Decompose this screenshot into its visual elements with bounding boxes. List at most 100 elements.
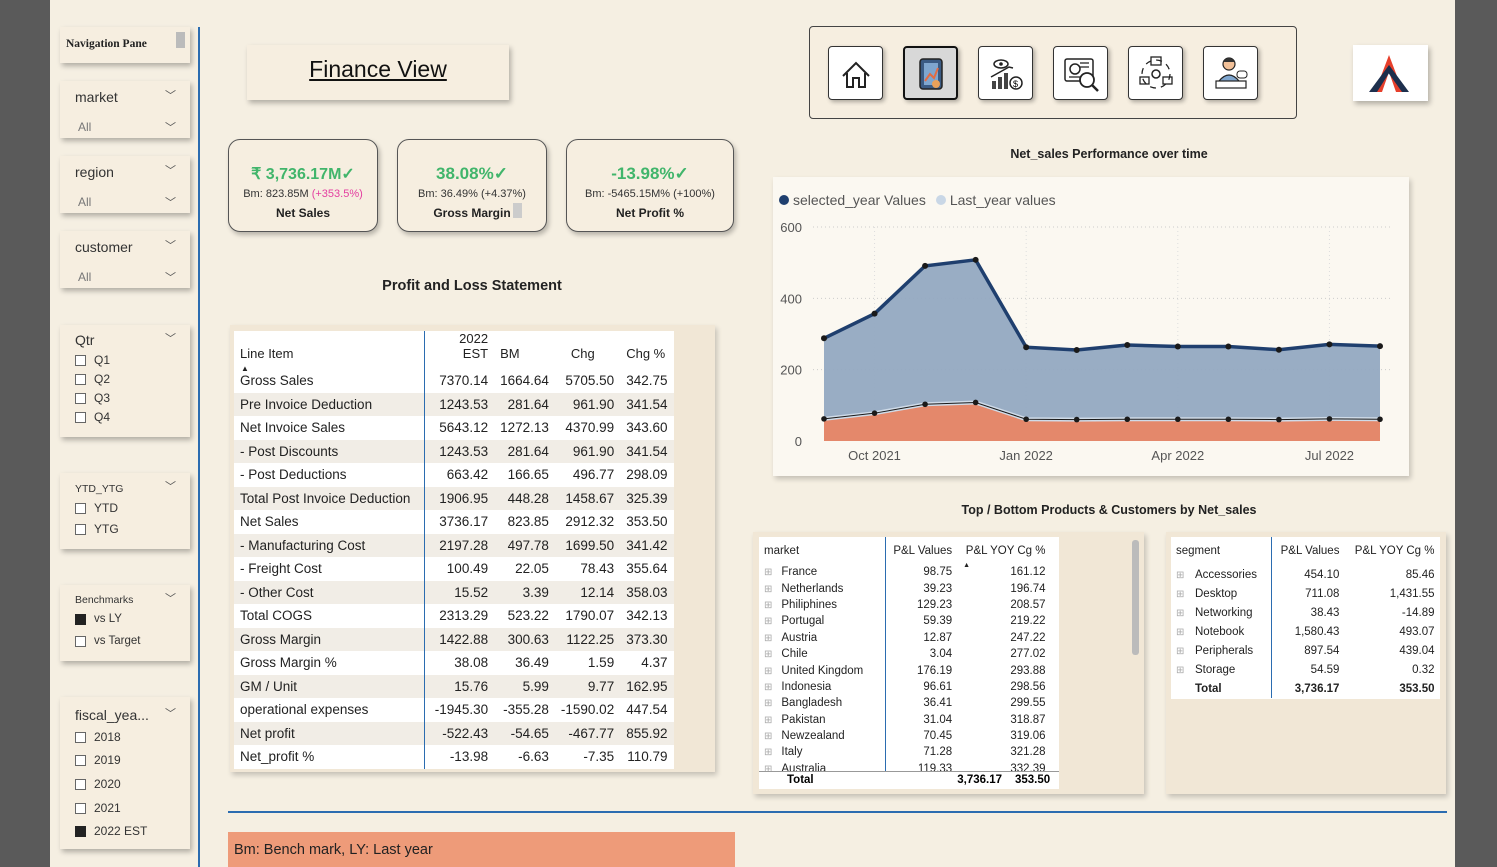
- dropdown-chevron-icon[interactable]: ﹀: [165, 269, 176, 285]
- scroll-handle[interactable]: [176, 32, 185, 48]
- executive-view-button[interactable]: [1203, 46, 1258, 100]
- region-slicer[interactable]: region ﹀ All ﹀: [60, 156, 190, 213]
- table-row[interactable]: ⊞ Italy 71.28 321.28: [759, 744, 1051, 761]
- checkbox[interactable]: [75, 502, 86, 514]
- table-row[interactable]: ⊞ Desktop 711.08 1,431.55: [1171, 584, 1440, 603]
- ytd-option[interactable]: YTD: [75, 501, 118, 515]
- fiscal-year-slicer[interactable]: fiscal_yea... ﹀ 2018 2019 2020 2021 2022…: [60, 697, 190, 849]
- qtr-option[interactable]: Q3: [75, 391, 110, 405]
- fiscal-option[interactable]: 2019: [75, 753, 121, 767]
- expand-icon[interactable]: ⊞: [764, 747, 772, 758]
- market-slicer[interactable]: market ﹀ All ﹀: [60, 81, 190, 138]
- dropdown-chevron-icon[interactable]: ﹀: [165, 119, 176, 135]
- col-header[interactable]: 2022 EST: [424, 331, 494, 369]
- expand-icon[interactable]: ⊞: [764, 682, 772, 693]
- col-header[interactable]: BM: [494, 331, 555, 369]
- col-header[interactable]: Chg: [555, 331, 620, 369]
- table-row[interactable]: Net_profit % -13.98 -6.63 -7.35 110.79: [234, 745, 674, 769]
- table-row[interactable]: ⊞ Pakistan 31.04 318.87: [759, 711, 1051, 728]
- expand-icon[interactable]: ⊞: [764, 698, 772, 709]
- table-row[interactable]: - Freight Cost 100.49 22.05 78.43 355.64: [234, 557, 674, 581]
- table-row[interactable]: ⊞ Indonesia 96.61 298.56: [759, 678, 1051, 696]
- expand-icon[interactable]: ⊞: [764, 567, 772, 578]
- table-row[interactable]: - Other Cost 15.52 3.39 12.14 358.03: [234, 580, 674, 604]
- table-row[interactable]: ⊞ Chile 3.04 277.02: [759, 645, 1051, 663]
- table-row[interactable]: ⊞ Portugal 59.39 219.22: [759, 613, 1051, 630]
- bench-option[interactable]: vs LY: [75, 613, 122, 625]
- expand-icon[interactable]: ⊞: [764, 584, 772, 595]
- table-row[interactable]: ⊞ Networking 38.43 -14.89: [1171, 603, 1440, 622]
- supply-chain-button[interactable]: [1128, 46, 1183, 100]
- table-row[interactable]: Net Invoice Sales 5643.12 1272.13 4370.99 34…: [234, 416, 674, 440]
- table-row[interactable]: Total Post Invoice Deduction 1906.95 448.2…: [234, 486, 674, 510]
- chevron-down-icon[interactable]: ﹀: [165, 237, 176, 253]
- chevron-down-icon[interactable]: ﹀: [165, 87, 176, 103]
- marketing-view-button[interactable]: [1053, 46, 1108, 100]
- expand-icon[interactable]: ⊞: [1176, 646, 1188, 657]
- checkbox[interactable]: [75, 392, 86, 404]
- table-row[interactable]: ⊞ United Kingdom 176.19 293.88: [759, 662, 1051, 679]
- chevron-down-icon[interactable]: ﹀: [165, 330, 176, 346]
- col-header[interactable]: segment: [1171, 537, 1272, 565]
- col-header[interactable]: P&L Values: [1271, 537, 1344, 565]
- scroll-handle[interactable]: [513, 203, 522, 218]
- col-header[interactable]: Chg %: [620, 331, 673, 369]
- benchmarks-slicer[interactable]: Benchmarks ﹀ vs LY vs Target: [60, 585, 190, 661]
- chevron-down-icon[interactable]: ﹀: [165, 478, 176, 494]
- chevron-down-icon[interactable]: ﹀: [165, 705, 176, 721]
- checkbox[interactable]: [75, 778, 86, 790]
- market-scrollbar[interactable]: [1132, 540, 1139, 655]
- table-row[interactable]: ⊞ Accessories 454.10 85.46: [1171, 565, 1440, 584]
- col-header[interactable]: market: [759, 537, 886, 564]
- expand-icon[interactable]: ⊞: [764, 666, 772, 677]
- qtr-option[interactable]: Q1: [75, 353, 110, 367]
- table-row[interactable]: operational expenses -1945.30 -355.28 -1590…: [234, 698, 674, 722]
- fiscal-option[interactable]: 2022 EST: [75, 824, 147, 838]
- expand-icon[interactable]: ⊞: [764, 715, 772, 726]
- checkbox[interactable]: [75, 802, 86, 814]
- col-header[interactable]: P&L YOY Cg % ▲: [957, 537, 1050, 570]
- table-row[interactable]: Pre Invoice Deduction 1243.53 281.64 961.90…: [234, 392, 674, 416]
- chevron-down-icon[interactable]: ﹀: [165, 162, 176, 178]
- table-row[interactable]: Gross Margin 1422.88 300.63 1122.25 373.30: [234, 627, 674, 651]
- customer-slicer[interactable]: customer ﹀ All ﹀: [60, 231, 190, 288]
- table-row[interactable]: ⊞ Notebook 1,580.43 493.07: [1171, 622, 1440, 641]
- expand-icon[interactable]: ⊞: [764, 616, 772, 627]
- expand-icon[interactable]: ⊞: [1176, 570, 1188, 581]
- expand-icon[interactable]: ⊞: [1176, 627, 1188, 638]
- table-row[interactable]: - Manufacturing Cost 2197.28 497.78 1699.50…: [234, 533, 674, 557]
- expand-icon[interactable]: ⊞: [764, 633, 772, 644]
- checkbox[interactable]: [75, 373, 86, 385]
- table-row[interactable]: Gross Margin % 38.08 36.49 1.59 4.37: [234, 651, 674, 675]
- qtr-slicer[interactable]: Qtr ﹀ Q1 Q2 Q3 Q4: [60, 325, 190, 437]
- table-row[interactable]: Total COGS 2313.29 523.22 1790.07 342.13: [234, 604, 674, 628]
- total-row[interactable]: Total 3,736.17 353.50: [1171, 679, 1440, 698]
- checkbox-checked[interactable]: [75, 825, 86, 837]
- col-header[interactable]: P&L Values: [885, 537, 957, 564]
- expand-icon[interactable]: ⊞: [764, 649, 772, 660]
- ytd-option[interactable]: YTG: [75, 522, 119, 536]
- checkbox[interactable]: [75, 731, 86, 743]
- home-button[interactable]: [828, 46, 883, 100]
- table-row[interactable]: ⊞ Peripherals 897.54 439.04: [1171, 641, 1440, 660]
- checkbox[interactable]: [75, 523, 86, 535]
- dropdown-chevron-icon[interactable]: ﹀: [165, 194, 176, 210]
- table-row[interactable]: ⊞ Austria 12.87 247.22: [759, 629, 1051, 646]
- checkbox[interactable]: [75, 754, 86, 766]
- col-header[interactable]: P&L YOY Cg %: [1344, 537, 1439, 565]
- sales-view-button[interactable]: $: [978, 46, 1033, 100]
- expand-icon[interactable]: ⊞: [1176, 589, 1188, 600]
- checkbox[interactable]: [75, 411, 86, 423]
- table-row[interactable]: GM / Unit 15.76 5.99 9.77 162.95: [234, 674, 674, 698]
- col-header-line-item[interactable]: Line Item ▲: [234, 331, 425, 373]
- table-row[interactable]: ⊞ Netherlands 39.23 196.74: [759, 580, 1051, 597]
- checkbox[interactable]: [75, 635, 86, 647]
- table-row[interactable]: Net profit -522.43 -54.65 -467.77 855.92: [234, 721, 674, 745]
- qtr-option[interactable]: Q2: [75, 372, 110, 386]
- table-row[interactable]: Net Sales 3736.17 823.85 2912.32 353.50: [234, 510, 674, 534]
- expand-icon[interactable]: ⊞: [1176, 665, 1188, 676]
- table-row[interactable]: ⊞ Bangladesh 36.41 299.55: [759, 695, 1051, 712]
- fiscal-option[interactable]: 2021: [75, 801, 121, 815]
- checkbox[interactable]: [75, 354, 86, 366]
- table-row[interactable]: ⊞ Newzealand 70.45 319.06: [759, 727, 1051, 745]
